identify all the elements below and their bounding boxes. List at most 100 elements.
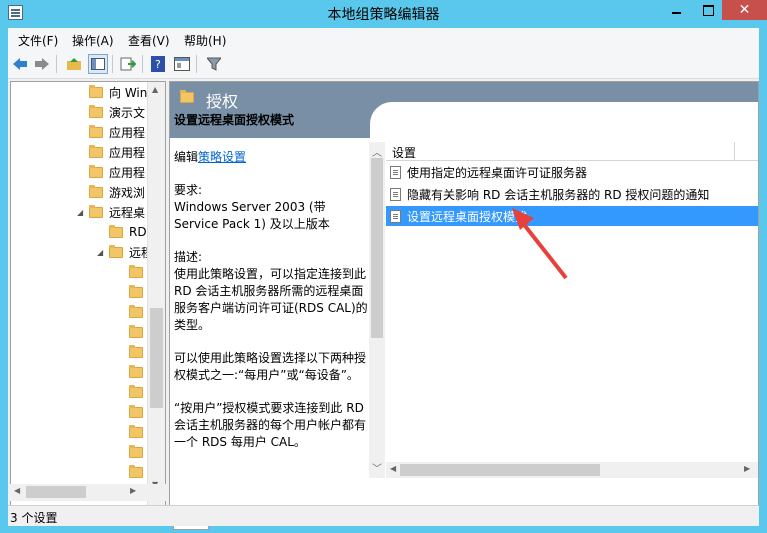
menu-file[interactable]: 文件(F)	[18, 32, 58, 49]
setting-row-label: 使用指定的远程桌面许可证服务器	[407, 165, 588, 180]
folder-icon	[89, 124, 103, 138]
folder-icon	[129, 364, 143, 378]
close-button[interactable]: ✕	[722, 0, 767, 20]
folder-icon	[129, 324, 143, 338]
tree-hscroll-thumb[interactable]	[26, 486, 86, 498]
up-folder-button[interactable]	[64, 54, 84, 74]
tree-item[interactable]: 应用程	[89, 122, 145, 142]
menu-bar: 文件(F) 操作(A) 查看(V) 帮助(H)	[8, 28, 759, 50]
window: 本地组策略编辑器 ✕ 文件(F) 操作(A) 查看(V) 帮助(H) ? 向 W…	[0, 0, 767, 533]
description-scrollbar[interactable]: ︿ ﹀	[369, 142, 385, 478]
tree-item[interactable]: ◢ 远程	[97, 242, 153, 262]
minimize-button[interactable]	[660, 0, 692, 20]
folder-icon	[129, 464, 143, 478]
scroll-right-icon: ▶	[130, 486, 137, 495]
description-paragraph-2: 可以使用此策略设置选择以下两种授权模式之一:“每用户”或“每设备”。	[174, 351, 367, 382]
folder-icon	[129, 444, 143, 458]
description-scroll-thumb[interactable]	[371, 158, 383, 338]
annotation-arrow-icon	[512, 208, 568, 280]
description-paragraph-3: “按用户”授权模式要求连接到此 RD 会话主机服务器的每个用户帐户都有一个 RD…	[174, 401, 367, 449]
forward-button[interactable]	[32, 54, 52, 74]
tree-item-label: 演示文	[109, 105, 146, 120]
setting-row[interactable]: 设置远程桌面授权模式	[386, 206, 758, 226]
folder-icon	[89, 104, 103, 118]
tree-item[interactable]: 演示文	[89, 102, 145, 122]
column-divider	[734, 142, 735, 160]
folder-icon	[129, 344, 143, 358]
maximize-button[interactable]	[692, 0, 724, 20]
setting-row[interactable]: 隐藏有关影响 RD 会话主机服务器的 RD 授权问题的通知	[386, 184, 758, 204]
export-icon	[120, 57, 136, 71]
policy-setting-icon	[390, 187, 401, 201]
tree-item-label: 向 Win	[109, 85, 148, 100]
folder-icon	[89, 144, 103, 158]
client-area: 文件(F) 操作(A) 查看(V) 帮助(H) ? 向 Win 演示文 应用程 …	[8, 28, 759, 530]
requirements-block: 要求: Windows Server 2003 (带 Service Pack 1…	[174, 183, 330, 231]
tree-item[interactable]	[129, 422, 149, 442]
tree-item[interactable]: 应用程	[89, 162, 145, 182]
folder-icon	[109, 224, 123, 238]
menu-view[interactable]: 查看(V)	[128, 32, 170, 49]
tree-item[interactable]	[129, 382, 149, 402]
folder-icon	[129, 264, 143, 278]
folder-icon	[89, 184, 103, 198]
help-button[interactable]: ?	[148, 54, 168, 74]
list-header[interactable]: 设置	[386, 142, 758, 161]
folder-icon	[129, 304, 143, 318]
tree-item[interactable]: RD	[109, 222, 147, 242]
tree-item-label: 应用程	[109, 165, 146, 180]
folder-icon	[129, 424, 143, 438]
folder-icon	[129, 284, 143, 298]
folder-icon	[129, 384, 143, 398]
menu-help[interactable]: 帮助(H)	[184, 32, 226, 49]
tree-item[interactable]	[129, 342, 149, 362]
toolbar-separator	[112, 55, 113, 73]
edit-policy-line: 编辑策略设置	[174, 150, 247, 164]
back-button[interactable]	[10, 54, 30, 74]
details-pane: 授权 设置远程桌面授权模式 编辑策略设置 要求: Windows Server 2…	[169, 81, 759, 507]
tree-item[interactable]	[129, 402, 149, 422]
expander-icon[interactable]: ◢	[77, 208, 85, 217]
status-text: 3 个设置	[10, 511, 58, 525]
tree-horizontal-scrollbar[interactable]: ◀ ▶	[10, 484, 166, 501]
tree-item[interactable]	[129, 322, 149, 342]
tree-item[interactable]: 向 Win	[89, 82, 147, 102]
tree-item[interactable]	[129, 362, 149, 382]
back-arrow-icon	[13, 58, 27, 70]
list-hscroll-thumb[interactable]	[400, 464, 600, 476]
tree-item[interactable]	[129, 302, 149, 322]
folder-icon	[129, 404, 143, 418]
setting-row[interactable]: 使用指定的远程桌面许可证服务器	[386, 162, 758, 182]
tree-item[interactable]	[129, 462, 149, 482]
tree-item-label: 应用程	[109, 145, 146, 160]
expander-icon[interactable]: ◢	[97, 248, 105, 257]
description-title: 设置远程桌面授权模式	[174, 113, 295, 127]
menu-action[interactable]: 操作(A)	[72, 32, 114, 49]
window-title: 本地组策略编辑器	[327, 7, 440, 23]
export-button[interactable]	[118, 54, 138, 74]
tree-item[interactable]: ◢ 远程桌	[77, 202, 145, 222]
edit-policy-link[interactable]: 策略设置	[198, 150, 246, 164]
tree-scroll-thumb[interactable]	[150, 308, 163, 408]
show-tree-button[interactable]	[88, 54, 108, 74]
tree-pane-icon	[91, 58, 105, 70]
tree-item[interactable]	[129, 282, 149, 302]
tree-item[interactable]	[129, 442, 149, 462]
filter-button[interactable]	[204, 54, 224, 74]
tree-pane: 向 Win演示文应用程应用程应用程游戏浏◢远程桌RD◢远程 ▲ ▼	[10, 81, 166, 507]
tree-item[interactable]	[129, 262, 149, 282]
tree-item-label: 游戏浏	[109, 185, 146, 200]
tree-item-label: 应用程	[109, 125, 146, 140]
toolbar-separator	[196, 55, 197, 73]
tree-vertical-scrollbar[interactable]: ▲ ▼	[147, 82, 165, 506]
help-icon: ?	[151, 56, 165, 72]
properties-button[interactable]	[172, 54, 192, 74]
tree-item[interactable]: 应用程	[89, 142, 145, 162]
tree-item-label: 远程桌	[109, 205, 146, 220]
toolbar-separator	[56, 55, 57, 73]
list-horizontal-scrollbar[interactable]: ◀ ▶	[386, 462, 758, 478]
tree-item[interactable]: 游戏浏	[89, 182, 145, 202]
up-folder-icon	[67, 58, 81, 70]
toolbar: ?	[8, 50, 759, 79]
column-header-setting[interactable]: 设置	[392, 144, 416, 161]
